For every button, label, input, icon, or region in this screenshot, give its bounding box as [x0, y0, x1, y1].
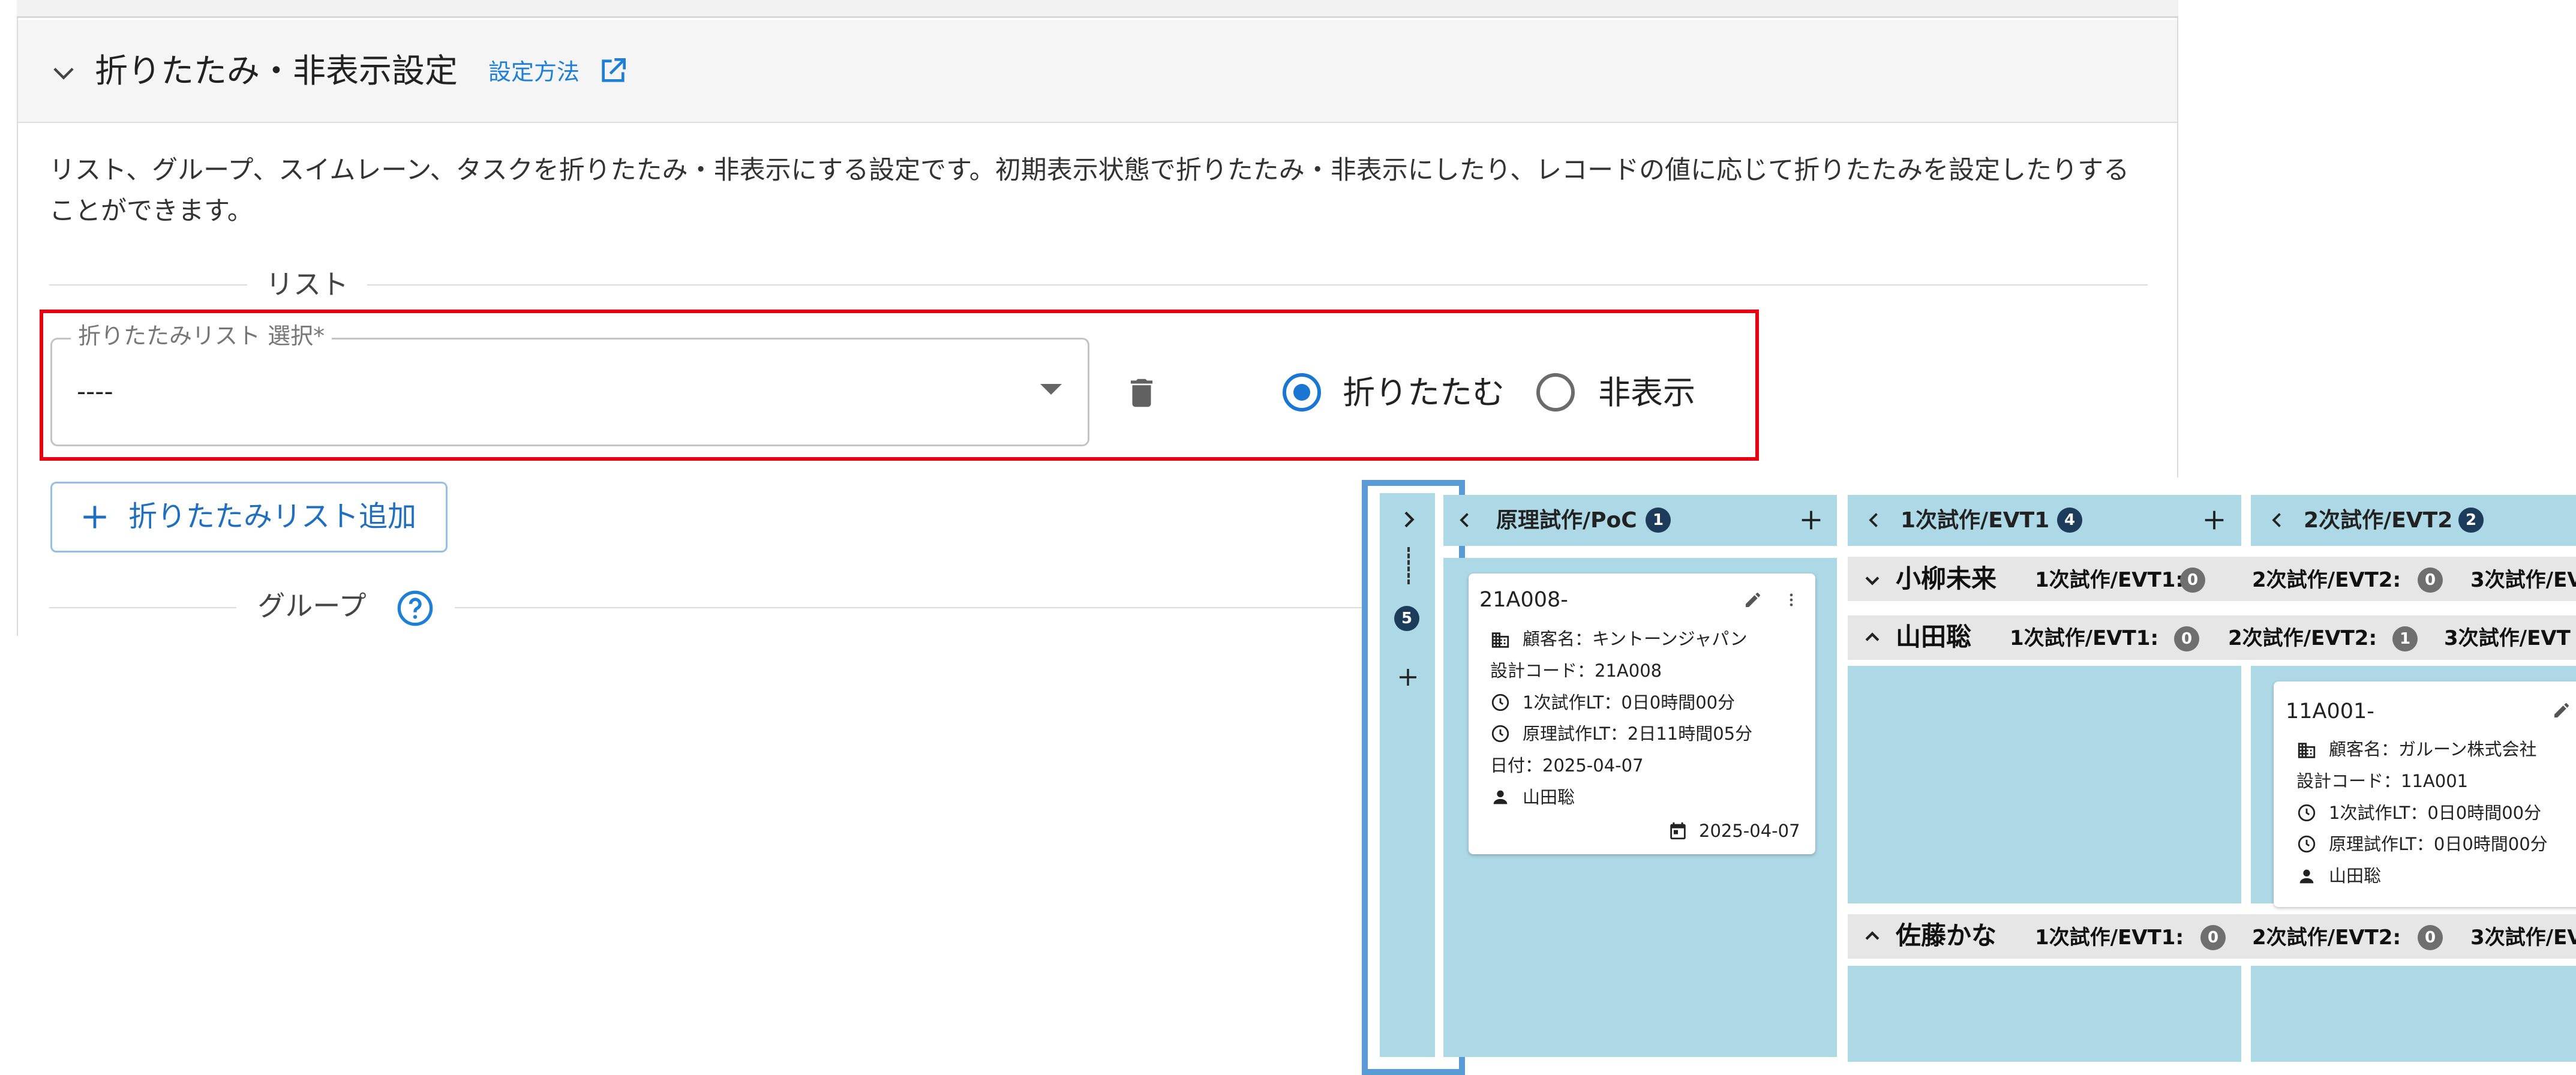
swimlane-stat-badge: 0 [2200, 925, 2226, 950]
column-count-badge: 4 [2057, 508, 2082, 533]
swimlane-stat: 2次試作/EVT2: [2252, 568, 2401, 592]
column-title: 原理試作/PoC [1496, 508, 1637, 533]
chevron-left-icon[interactable] [1863, 509, 1885, 531]
person-icon [1493, 790, 1508, 804]
chevron-left-icon[interactable] [2266, 509, 2288, 531]
swimlane-name: 山田聡 [1896, 622, 1972, 651]
section-title: 折りたたみ・非表示設定 [95, 52, 458, 90]
plus-icon [83, 506, 106, 529]
swimlane-stat-badge: 0 [2418, 567, 2443, 593]
clock-icon [1491, 725, 1509, 743]
swimlane-cell [1848, 666, 2241, 903]
chevron-left-icon[interactable] [1454, 509, 1476, 531]
plus-icon[interactable] [1797, 506, 1825, 534]
edit-icon[interactable] [1743, 590, 1763, 609]
panel-top-strip [17, 0, 2178, 18]
edit-icon[interactable] [2552, 701, 2571, 720]
swimlane-stat: 1次試作/EVT1: [2035, 926, 2184, 950]
divider [367, 284, 2148, 286]
swimlane-stat: 2次試作/EVT2: [2252, 926, 2401, 950]
external-link-icon[interactable] [596, 54, 630, 88]
divider [49, 607, 236, 608]
chevron-up-icon[interactable] [1862, 926, 1883, 947]
card-lt0: 原理試作LT：2日11時間05分 [1523, 723, 1753, 744]
card-lt1: 1次試作LT：0日0時間00分 [2329, 803, 2542, 823]
more-vert-icon[interactable] [1783, 590, 1800, 609]
column-title: 2次試作/EVT2 [2304, 508, 2453, 533]
card-customer: 顧客名：ガルーン株式会社 [2329, 739, 2537, 759]
card-title[interactable]: 21A008- [1479, 584, 1568, 615]
chevron-up-icon[interactable] [1862, 627, 1883, 648]
person-icon [2299, 869, 2314, 884]
swimlane-stat: 1次試作/EVT1: [2010, 626, 2159, 650]
card-lt1: 1次試作LT：0日0時間00分 [1523, 692, 1736, 713]
card-assignee: 山田聡 [2329, 866, 2382, 886]
highlight-box [40, 310, 1759, 461]
list-divider-label: リスト [266, 268, 349, 301]
clock-icon [2298, 835, 2316, 853]
calendar-icon [1670, 822, 1686, 840]
swimlane-stat: 3次試作/EVT [2444, 626, 2571, 650]
card-assignee: 山田聡 [1523, 787, 1575, 807]
card-title[interactable]: 11A001- [2286, 696, 2374, 727]
card-due-date: 2025-04-07 [1699, 821, 1800, 841]
swimlane-stat: 1次試作/EVT1: [2035, 568, 2184, 592]
card-design-code: 設計コード：11A001 [2296, 771, 2469, 791]
divider [49, 284, 247, 286]
building-icon [1491, 632, 1509, 648]
card-lt0: 原理試作LT：0日0時間00分 [2329, 834, 2548, 854]
swimlane-cell [1848, 966, 2241, 1062]
swimlane-stat-badge: 0 [2174, 626, 2199, 651]
add-collapse-list-label[interactable]: 折りたたみリスト追加 [128, 494, 416, 539]
swimlane-stat-badge: 0 [2418, 925, 2443, 950]
card-date: 日付：2025-04-07 [1490, 755, 1644, 776]
card-customer: 顧客名：キントーンジャパン [1523, 629, 1748, 649]
help-icon[interactable] [396, 589, 434, 627]
swimlane-cell [2251, 966, 2576, 1062]
swimlane-stat: 3次試作/EV [2470, 568, 2576, 592]
swimlane-name: 佐藤かな [1896, 921, 1997, 950]
swimlane-stat: 3次試作/EV [2470, 926, 2576, 950]
howto-link[interactable]: 設定方法 [488, 55, 580, 89]
chevron-down-icon[interactable] [48, 57, 79, 88]
clock-icon [2298, 804, 2316, 822]
swimlane-stat: 2次試作/EVT2: [2228, 626, 2377, 650]
column-count-badge: 2 [2458, 508, 2484, 533]
column-count-badge: 1 [1646, 508, 1671, 533]
swimlane-stat-badge: 0 [2180, 567, 2205, 593]
card-design-code: 設計コード：21A008 [1490, 660, 1662, 681]
column-title: 1次試作/EVT1 [1901, 508, 2050, 533]
group-divider-label: グループ [257, 590, 367, 622]
swimlane-name: 小柳未来 [1896, 564, 1997, 593]
clock-icon [1491, 693, 1509, 711]
plus-icon[interactable] [2200, 506, 2228, 534]
section-description: リスト、グループ、スイムレーン、タスクを折りたたみ・非表示にする設定です。初期表… [49, 155, 2130, 226]
swimlane-stat-badge: 1 [2392, 626, 2418, 651]
building-icon [2298, 743, 2316, 758]
chevron-down-icon[interactable] [1862, 570, 1883, 590]
